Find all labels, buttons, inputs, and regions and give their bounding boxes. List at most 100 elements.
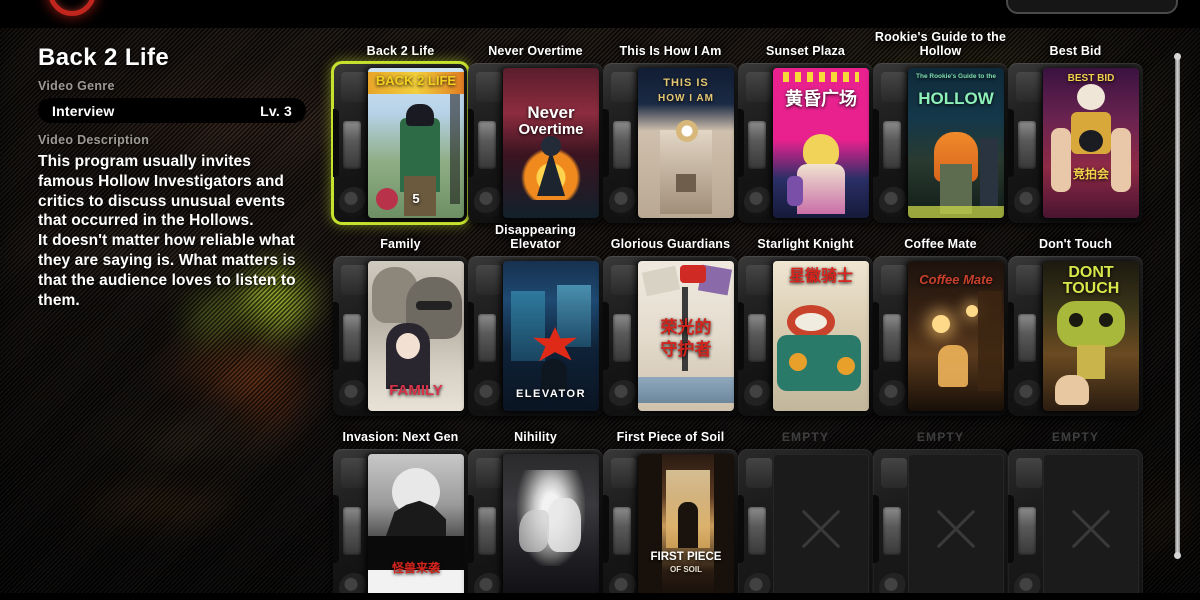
cover-art-text: Never [527, 103, 575, 122]
scrollbar-cap-top [1174, 53, 1181, 60]
video-card[interactable]: Rookie's Guide to the Hollow The Rookie's… [873, 30, 1008, 223]
video-slot-empty[interactable]: EMPTY [738, 416, 873, 600]
cover-art-shape [396, 333, 420, 359]
tape-reel-bot-icon [1014, 380, 1044, 410]
video-cover-art: 怪兽来袭 [368, 454, 464, 600]
tape-window-icon [748, 314, 766, 362]
description-text: This program usually invites famous Holl… [38, 153, 296, 309]
empty-cassette[interactable] [1008, 449, 1143, 600]
cover-art-shape [966, 305, 978, 317]
vhs-cassette[interactable]: BEST BID 竞拍会 [1008, 63, 1143, 223]
vhs-cassette[interactable]: The Rookie's Guide to the HOLLOW [873, 63, 1008, 223]
top-bar [0, 0, 1200, 28]
video-card[interactable]: Family FAMILY [333, 223, 468, 416]
video-card[interactable]: Nihility [468, 416, 603, 600]
tape-window-icon [478, 314, 496, 362]
video-slot-empty[interactable]: EMPTY [1008, 416, 1143, 600]
video-card[interactable]: Don't Touch DONT TOUCH [1008, 223, 1143, 416]
cover-art-text: FIRST PIECE [650, 551, 722, 563]
empty-cassette[interactable] [738, 449, 873, 600]
video-card[interactable]: Invasion: Next Gen 怪兽来袭 [333, 416, 468, 600]
tape-window-icon [748, 121, 766, 169]
tape-window-icon [478, 507, 496, 555]
video-card[interactable]: First Piece of Soil FIRST PIECE OF SOIL [603, 416, 738, 600]
tape-reel-top-icon [881, 458, 907, 488]
vhs-cassette[interactable]: 怪兽来袭 [333, 449, 468, 600]
vhs-cassette[interactable]: DONT TOUCH [1008, 256, 1143, 416]
tape-reel-bot-icon [879, 187, 909, 217]
tape-reel-bot-icon [339, 187, 369, 217]
video-card[interactable]: Disappearing Elevator ELEVATOR [468, 223, 603, 416]
cover-art-shape [783, 72, 859, 82]
cover-art-shape [641, 265, 681, 297]
close-icon [773, 454, 869, 600]
vhs-cassette[interactable]: 黄昏广场 [738, 63, 873, 223]
tape-reel-bot-icon [879, 380, 909, 410]
cover-art-shape [1055, 375, 1089, 405]
tape-window-icon [343, 507, 361, 555]
video-card[interactable]: Glorious Guardians 荣光的 守护者 [603, 223, 738, 416]
video-slot-empty[interactable]: EMPTY [873, 416, 1008, 600]
video-card-title: Family [380, 236, 421, 251]
scrollbar-cap-bottom [1174, 552, 1181, 559]
tape-notch-icon [603, 495, 609, 563]
vhs-cassette[interactable]: FAMILY [333, 256, 468, 416]
tape-reel-top-icon [341, 458, 367, 488]
cover-art-background: FAMILY [368, 261, 464, 411]
vhs-cassette[interactable]: FIRST PIECE OF SOIL [603, 449, 738, 600]
vhs-cassette[interactable]: BACK 2 LIFE 5 [331, 61, 470, 225]
status-pill[interactable] [1006, 0, 1178, 14]
empty-cassette[interactable] [873, 449, 1008, 600]
description-label: Video Description [38, 133, 150, 147]
tape-window-icon [883, 121, 901, 169]
vhs-cassette[interactable] [468, 449, 603, 600]
video-card-title: Don't Touch [1038, 236, 1113, 251]
video-cover-art: 荣光的 守护者 [638, 261, 734, 411]
video-card-title: Starlight Knight [757, 236, 854, 251]
close-icon [908, 454, 1004, 600]
vertical-scrollbar[interactable] [1174, 53, 1181, 559]
tape-notch-icon [333, 302, 339, 370]
cover-art-shape [547, 498, 581, 552]
cover-art-shape [1079, 130, 1103, 152]
tape-notch-icon [1008, 495, 1014, 563]
tape-window-icon [1018, 507, 1036, 555]
vhs-cassette[interactable]: 星徽骑士 [738, 256, 873, 416]
cover-art-shape [980, 138, 998, 208]
tape-window-icon [883, 314, 901, 362]
cover-art-text: HOLLOW [918, 89, 994, 108]
cover-art-shape [680, 265, 706, 283]
cover-art-background: Never Overtime [503, 68, 599, 218]
video-card[interactable]: Sunset Plaza 黄昏广场 [738, 30, 873, 223]
video-card[interactable]: Never Overtime Never Overtime [468, 30, 603, 223]
cover-art-shape [978, 291, 1002, 391]
scrollbar-thumb[interactable] [1175, 56, 1180, 556]
video-card[interactable]: This Is How I Am THIS IS HOW I AM [603, 30, 738, 223]
vhs-cassette[interactable]: THIS IS HOW I AM [603, 63, 738, 223]
cover-art-shape [450, 94, 460, 204]
cover-art-shape [908, 206, 1004, 218]
cover-art-shape [1077, 345, 1105, 379]
tape-notch-icon [738, 495, 744, 563]
empty-slot-label: EMPTY [781, 429, 830, 444]
vhs-cassette[interactable]: 荣光的 守护者 [603, 256, 738, 416]
video-cover-art: DONT TOUCH [1043, 261, 1139, 411]
cover-art-background: 怪兽来袭 [368, 454, 464, 600]
cover-art-text: TOUCH [1062, 280, 1120, 297]
vhs-cassette[interactable]: ELEVATOR [468, 256, 603, 416]
tape-notch-icon [603, 109, 609, 177]
video-card-title: This Is How I Am [619, 43, 722, 58]
cover-art-shape [1111, 128, 1131, 192]
cover-art-shape [714, 454, 734, 600]
video-card[interactable]: Coffee Mate Coffee Mate [873, 223, 1008, 416]
video-info-panel: Back 2 Life Video Genre Interview Lv. 3 … [38, 44, 306, 310]
vhs-cassette[interactable]: Coffee Mate [873, 256, 1008, 416]
video-card[interactable]: Best Bid BEST BID 竞拍会 [1008, 30, 1143, 223]
close-icon [1043, 454, 1139, 600]
cover-art-shape [837, 357, 855, 375]
video-card[interactable]: Starlight Knight 星徽骑士 [738, 223, 873, 416]
tape-reel-top-icon [476, 265, 502, 295]
video-card[interactable]: Back 2 Life BACK 2 LIFE 5 [331, 30, 470, 225]
vhs-cassette[interactable]: Never Overtime [468, 63, 603, 223]
tape-reel-bot-icon [474, 187, 504, 217]
